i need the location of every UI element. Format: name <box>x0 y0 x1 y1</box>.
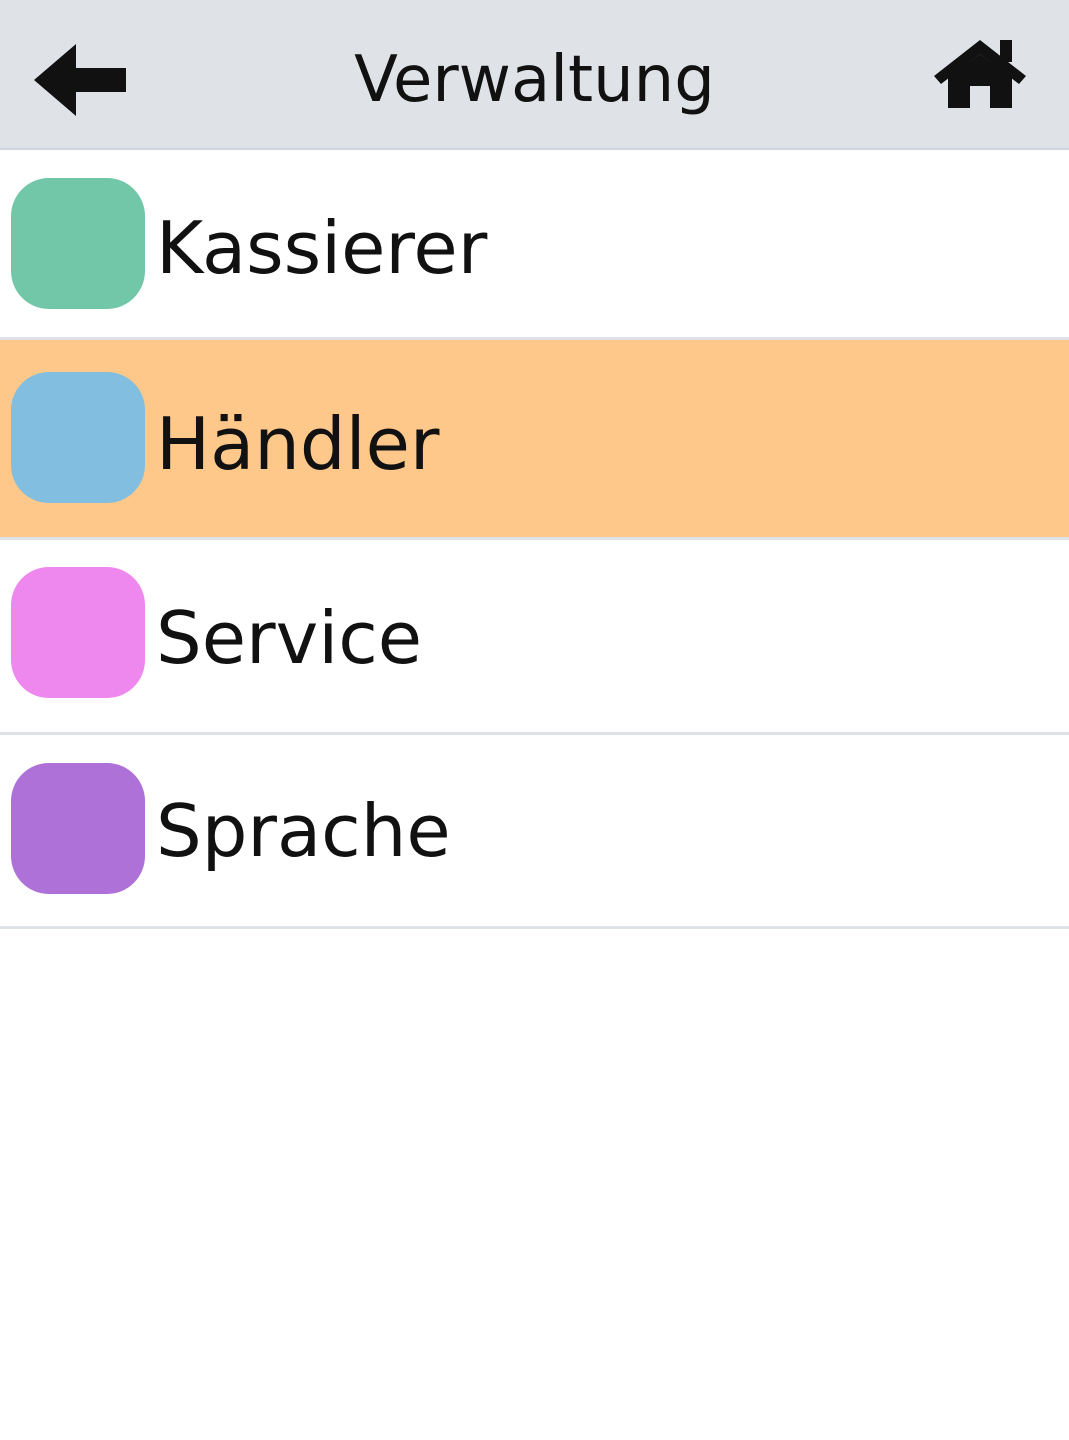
kassierer-color-icon <box>11 178 145 309</box>
menu-item-haendler[interactable]: Händler <box>0 340 1069 540</box>
menu-item-label: Sprache <box>156 789 451 873</box>
home-button[interactable] <box>930 36 1030 112</box>
menu-item-label: Service <box>156 596 423 680</box>
arrow-left-icon <box>34 44 126 116</box>
menu-item-label: Kassierer <box>156 206 488 290</box>
menu-item-service[interactable]: Service <box>0 540 1069 735</box>
back-button[interactable] <box>30 40 130 120</box>
top-bar: Verwaltung <box>0 0 1069 150</box>
haendler-color-icon <box>11 372 145 503</box>
service-color-icon <box>11 567 145 698</box>
home-icon <box>934 40 1026 108</box>
menu-item-label: Händler <box>156 402 440 486</box>
menu-item-kassierer[interactable]: Kassierer <box>0 150 1069 340</box>
menu-item-sprache[interactable]: Sprache <box>0 735 1069 929</box>
sprache-color-icon <box>11 763 145 894</box>
page-title: Verwaltung <box>354 43 715 117</box>
